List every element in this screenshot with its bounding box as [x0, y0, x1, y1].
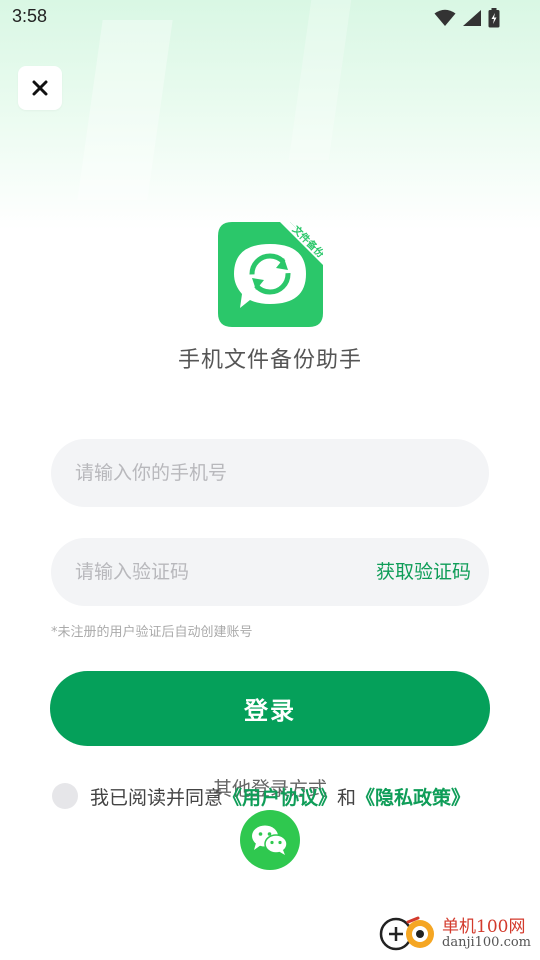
battery-charging-icon [488, 8, 500, 28]
agree-checkbox[interactable] [52, 783, 78, 809]
agreement-and: 和 [337, 786, 357, 809]
watermark-name: 单机100网 [442, 917, 526, 937]
login-button[interactable]: 登录 [50, 671, 490, 746]
phone-input[interactable] [75, 439, 465, 507]
close-button[interactable] [18, 66, 62, 110]
wifi-icon [434, 9, 456, 26]
status-bar: 3:58 [0, 0, 540, 36]
privacy-policy-link[interactable]: 《隐私政策》 [356, 783, 470, 810]
app-name: 手机文件备份助手 [177, 348, 362, 373]
register-hint: *未注册的用户验证后自动创建账号 [51, 625, 253, 640]
watermark-url: danji100.com [442, 935, 532, 950]
get-code-button[interactable]: 获取验证码 [376, 538, 471, 606]
wechat-login-button[interactable] [240, 810, 300, 870]
agreement-row: 我已阅读并同意 《用户协议》 和 《隐私政策》 [52, 782, 470, 810]
code-field[interactable]: 获取验证码 [51, 538, 489, 606]
status-time: 3:58 [12, 6, 48, 26]
wechat-icon [252, 825, 288, 855]
close-icon [32, 80, 48, 96]
status-icons [434, 8, 500, 28]
signal-icon [463, 10, 481, 26]
watermark-logo-icon [379, 916, 434, 951]
user-agreement-link[interactable]: 《用户协议》 [223, 783, 337, 810]
agreement-prefix: 我已阅读并同意 [90, 786, 224, 809]
watermark: 单机100网 danji100.com [378, 910, 534, 956]
light-streak [77, 20, 173, 200]
app-logo: 文件备份 [218, 222, 323, 327]
code-input[interactable] [75, 538, 355, 606]
phone-field[interactable] [51, 439, 489, 507]
